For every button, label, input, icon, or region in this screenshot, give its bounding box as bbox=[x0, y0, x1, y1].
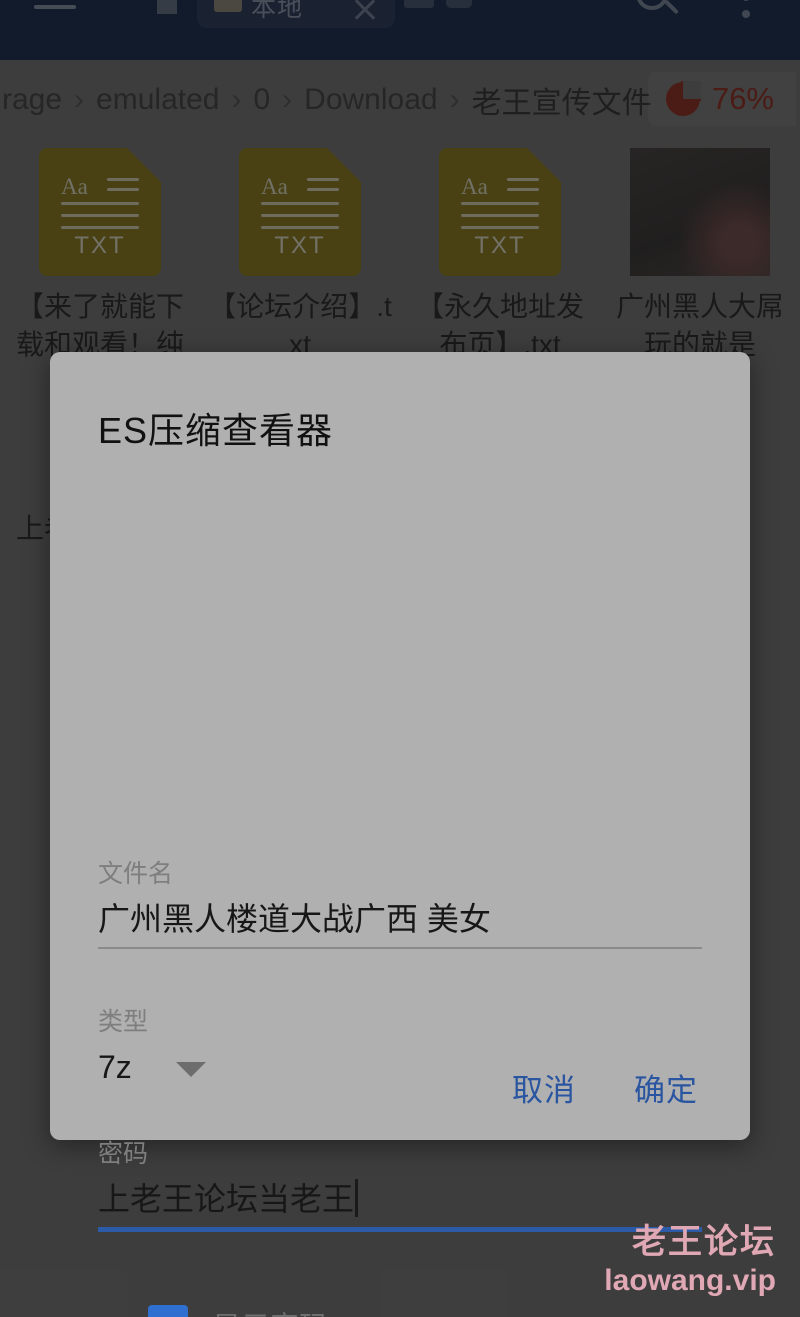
es-archive-viewer-dialog: ES压缩查看器 文件名 广州黑人楼道大战广西 美女 类型 7z 密码 上老王论坛… bbox=[50, 352, 750, 1317]
chevron-down-icon[interactable] bbox=[175, 1061, 206, 1077]
password-input-row[interactable]: 上老王论坛当老王 bbox=[98, 1171, 702, 1227]
cancel-button[interactable]: 取消 bbox=[512, 1065, 576, 1110]
confirm-button[interactable]: 确定 bbox=[634, 1065, 698, 1110]
screen: 本地 rage › emulated › bbox=[0, 0, 800, 1317]
watermark-cn: 老王论坛 bbox=[632, 1223, 776, 1261]
password-input[interactable]: 上老王论坛当老王 bbox=[98, 1181, 354, 1217]
watermark-en: laowang.vip bbox=[604, 1264, 776, 1297]
show-password-checkbox[interactable] bbox=[148, 1305, 188, 1317]
filename-field[interactable]: 文件名 广州黑人楼道大战广西 美女 bbox=[98, 857, 702, 949]
dialog-actions: 取消 确定 bbox=[512, 1065, 698, 1110]
filename-label: 文件名 bbox=[98, 860, 174, 888]
filename-underline bbox=[98, 947, 702, 949]
type-value: 7z bbox=[98, 1049, 132, 1085]
show-password-row[interactable]: 显示密码 bbox=[148, 1304, 328, 1317]
dialog-title: ES压缩查看器 bbox=[98, 410, 334, 451]
password-field[interactable]: 密码 上老王论坛当老王 bbox=[98, 1137, 702, 1232]
watermark: 老王论坛 laowang.vip bbox=[604, 1221, 776, 1299]
filename-input[interactable]: 广州黑人楼道大战广西 美女 bbox=[98, 891, 702, 947]
password-label: 密码 bbox=[98, 1140, 149, 1168]
type-label: 类型 bbox=[98, 1008, 149, 1036]
text-caret bbox=[355, 1179, 359, 1217]
show-password-label: 显示密码 bbox=[212, 1304, 328, 1317]
